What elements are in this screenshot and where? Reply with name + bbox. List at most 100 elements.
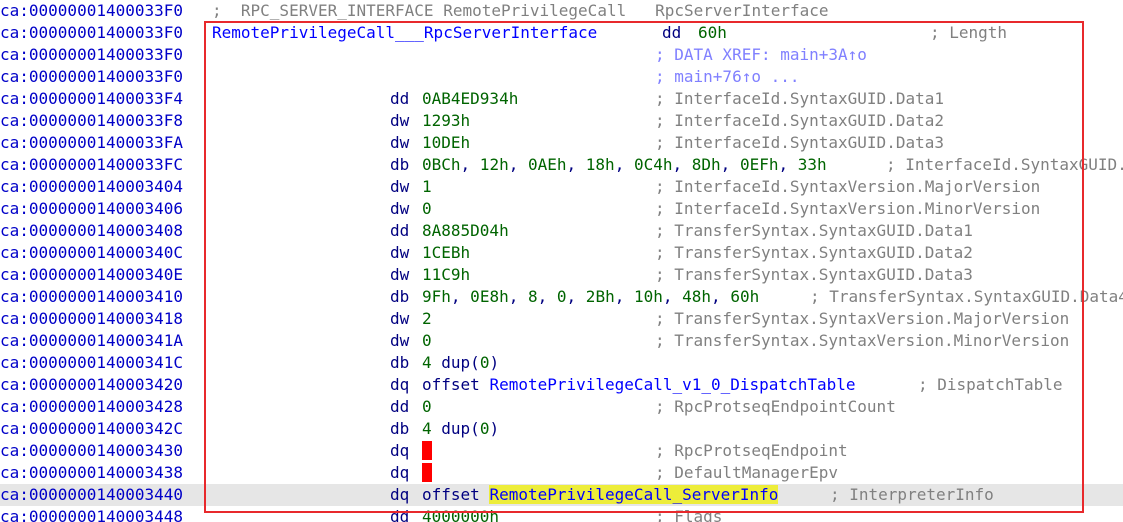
listing-row[interactable]: ca:00000001400033F8 dw 1293h ; Interface… [0, 110, 1123, 132]
operand: 0 [422, 440, 432, 462]
listing-row[interactable]: ca:00000001400033FC db 0BCh, 12h, 0AEh, … [0, 154, 1123, 176]
listing-row[interactable]: ca:00000001400033F4 dd 0AB4ED934h ; Inte… [0, 88, 1123, 110]
comment: ; InterfaceId.SyntaxGUID.Data1 [655, 89, 944, 108]
listing-row[interactable]: ca:000000014000340E dw 11C9h ; TransferS… [0, 264, 1123, 286]
listing-row[interactable]: ca:000000014000342C db 4 dup(0) [0, 418, 1123, 440]
listing-row[interactable]: ca:0000000140003406 dw 0 ; InterfaceId.S… [0, 198, 1123, 220]
operand: 0AB4ED934h [422, 89, 519, 108]
listing-row[interactable]: ca:000000014000341C db 4 dup(0) [0, 352, 1123, 374]
operand: 0 [422, 462, 432, 484]
xref-comment[interactable]: ; DATA XREF: main+3A↑o [655, 44, 867, 66]
operand: 1 [422, 177, 432, 196]
comment: ; RpcProtseqEndpointCount [655, 397, 896, 416]
address[interactable]: ca:0000000140003408 [0, 220, 183, 242]
address[interactable]: ca:00000001400033F0 [0, 22, 183, 44]
listing-row[interactable]: ca:0000000140003404 dw 1 ; InterfaceId.S… [0, 176, 1123, 198]
mnemonic: dq [390, 463, 410, 482]
address[interactable]: ca:0000000140003430 [0, 440, 183, 462]
operand: 2 [422, 309, 432, 328]
mnemonic: dd [390, 507, 410, 522]
comment: ; TransferSyntax.SyntaxGUID.Data4 [810, 287, 1123, 306]
address[interactable]: ca:0000000140003410 [0, 286, 183, 308]
address[interactable]: ca:00000001400033F8 [0, 110, 183, 132]
address[interactable]: ca:000000014000340E [0, 264, 183, 286]
operand: 11C9h [422, 265, 471, 284]
mnemonic: db [390, 419, 410, 438]
mnemonic: dw [390, 111, 410, 130]
operand: 1293h [422, 111, 471, 130]
address[interactable]: ca:0000000140003448 [0, 506, 183, 522]
dispatch-table-reference[interactable]: offset RemotePrivilegeCall_v1_0_Dispatch… [422, 374, 855, 396]
address[interactable]: ca:0000000140003438 [0, 462, 183, 484]
comment: ; TransferSyntax.SyntaxGUID.Data1 [655, 221, 973, 240]
listing-row[interactable]: ca:0000000140003420 dq offset RemotePriv… [0, 374, 1123, 396]
address[interactable]: ca:0000000140003404 [0, 176, 183, 198]
comment: ; RpcProtseqEndpoint [655, 441, 848, 460]
address[interactable]: ca:0000000140003440 [0, 484, 183, 506]
listing-row[interactable]: ca:0000000140003408 dd 8A885D04h ; Trans… [0, 220, 1123, 242]
comment: ; InterfaceId.SyntaxVersion.MinorVersion [655, 199, 1041, 218]
listing-row[interactable]: ca:0000000140003428 dd 0 ; RpcProtseqEnd… [0, 396, 1123, 418]
address[interactable]: ca:000000014000340C [0, 242, 183, 264]
operand: 4 dup(0) [422, 419, 500, 438]
address[interactable]: ca:00000001400033F0 [0, 0, 183, 22]
operand: 60h [698, 23, 727, 42]
mnemonic: dd [390, 89, 410, 108]
listing-row[interactable]: ca:00000001400033F0 RemotePrivilegeCall_… [0, 22, 1123, 44]
listing-row[interactable]: ca:0000000140003438 dq 0 ; DefaultManage… [0, 462, 1123, 484]
listing-row[interactable]: ca:000000014000340C dw 1CEBh ; TransferS… [0, 242, 1123, 264]
listing-row[interactable]: ca:0000000140003430 dq 0 ; RpcProtseqEnd… [0, 440, 1123, 462]
struct-label[interactable]: RemotePrivilegeCall___RpcServerInterface [212, 22, 597, 44]
comment: ; DispatchTable [918, 375, 1063, 394]
mnemonic: dq [390, 375, 410, 394]
mnemonic: db [390, 353, 410, 372]
comment: ; InterpreterInfo [830, 485, 994, 504]
address[interactable]: ca:0000000140003406 [0, 198, 183, 220]
address[interactable]: ca:000000014000342C [0, 418, 183, 440]
address[interactable]: ca:00000001400033F0 [0, 66, 183, 88]
address[interactable]: ca:000000014000341A [0, 330, 183, 352]
listing-row[interactable]: ca:0000000140003418 dw 2 ; TransferSynta… [0, 308, 1123, 330]
operand: 10DEh [422, 133, 471, 152]
operand: 8A885D04h [422, 221, 509, 240]
address[interactable]: ca:0000000140003420 [0, 374, 183, 396]
comment: ; Flags [655, 507, 723, 522]
disassembly-listing[interactable]: ca:00000001400033F0 ; RPC_SERVER_INTERFA… [0, 0, 1123, 522]
server-info-reference[interactable]: offset RemotePrivilegeCall_ServerInfo [422, 484, 779, 506]
address[interactable]: ca:000000014000341C [0, 352, 183, 374]
address[interactable]: ca:00000001400033FC [0, 154, 183, 176]
comment: ; InterfaceId.SyntaxVersion.MajorVersion [655, 177, 1041, 196]
address[interactable]: ca:0000000140003428 [0, 396, 183, 418]
operand: 0BCh, 12h, 0AEh, 18h, 0C4h, 8Dh, 0EFh, 3… [422, 155, 827, 174]
address[interactable]: ca:0000000140003418 [0, 308, 183, 330]
comment: ; InterfaceId.SyntaxGUID.Data4 [886, 155, 1123, 174]
operand: 4 dup(0) [422, 353, 500, 372]
listing-row[interactable]: ca:0000000140003448 dd 4000000h ; Flags [0, 506, 1123, 522]
comment: ; Length [930, 23, 1008, 42]
mnemonic: dd [390, 397, 410, 416]
mnemonic: db [390, 155, 410, 174]
address[interactable]: ca:00000001400033F0 [0, 44, 183, 66]
address[interactable]: ca:00000001400033FA [0, 132, 183, 154]
listing-row-current[interactable]: ca:0000000140003440 dq offset RemotePriv… [0, 484, 1123, 506]
comment: ; InterfaceId.SyntaxGUID.Data2 [655, 111, 944, 130]
highlighted-value: 0 [422, 463, 432, 482]
listing-row[interactable]: ca:00000001400033FA dw 10DEh ; Interface… [0, 132, 1123, 154]
struct-header-comment: ; RPC_SERVER_INTERFACE RemotePrivilegeCa… [212, 1, 829, 20]
listing-row[interactable]: ca:0000000140003410 db 9Fh, 0E8h, 8, 0, … [0, 286, 1123, 308]
mnemonic: db [390, 287, 410, 306]
listing-row[interactable]: ca:00000001400033F0 ; DATA XREF: main+3A… [0, 44, 1123, 66]
listing-row[interactable]: ca:00000001400033F0 ; main+76↑o ... [0, 66, 1123, 88]
comment: ; TransferSyntax.SyntaxVersion.MinorVers… [655, 331, 1070, 350]
mnemonic: dw [390, 199, 410, 218]
xref-comment[interactable]: ; main+76↑o ... [655, 66, 800, 88]
mnemonic: dd [662, 23, 682, 42]
mnemonic: dw [390, 309, 410, 328]
address[interactable]: ca:00000001400033F4 [0, 88, 183, 110]
listing-row-header[interactable]: ca:00000001400033F0 ; RPC_SERVER_INTERFA… [0, 0, 1123, 22]
operand: 0 [422, 397, 432, 416]
listing-row[interactable]: ca:000000014000341A dw 0 ; TransferSynta… [0, 330, 1123, 352]
operand: 0 [422, 199, 432, 218]
operand: 9Fh, 0E8h, 8, 0, 2Bh, 10h, 48h, 60h [422, 287, 760, 306]
mnemonic: dw [390, 331, 410, 350]
